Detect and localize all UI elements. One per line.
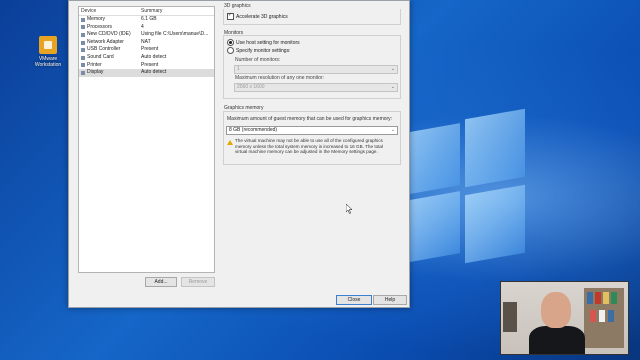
device-summary: Auto detect — [141, 53, 167, 60]
device-summary: 4 — [141, 23, 144, 30]
chevron-down-icon: ⌄ — [390, 84, 395, 90]
device-name: New CD/DVD (IDE) — [87, 31, 131, 38]
webcam-overlay — [500, 281, 629, 355]
graphics-memory-value: 8 GB (recommended) — [229, 127, 278, 133]
num-monitors-value: 1 — [237, 66, 240, 72]
device-summary: Present — [141, 61, 159, 68]
background-bookshelf — [584, 288, 624, 348]
help-button[interactable]: Help — [373, 295, 407, 305]
device-summary: Present — [141, 46, 159, 53]
device-name: USB Controller — [87, 46, 121, 53]
network-icon — [81, 40, 85, 45]
specify-monitors-option[interactable]: Specify monitor settings: — [227, 47, 290, 54]
max-resolution-label: Maximum resolution of any one monitor: — [235, 75, 324, 81]
warning-line: virtual machine memory can be adjusted i… — [235, 149, 378, 155]
accelerate-3d-checkbox[interactable] — [227, 12, 234, 20]
specify-label: Specify monitor settings: — [236, 47, 291, 54]
device-row-printer[interactable]: Printer Present — [79, 62, 214, 70]
cd-dvd-icon — [81, 32, 85, 37]
specify-radio[interactable] — [227, 47, 234, 54]
device-row-usb-controller[interactable]: USB Controller Present — [79, 46, 214, 54]
max-resolution-select[interactable]: 2560 x 1600 ⌄ — [234, 83, 398, 92]
column-summary[interactable]: Summary — [141, 7, 162, 15]
vmware-icon — [39, 36, 57, 54]
presenter-body — [529, 326, 585, 354]
memory-icon — [81, 17, 85, 22]
desktop-icon-label: VMware Workstation — [34, 56, 62, 68]
processor-icon — [81, 25, 85, 30]
num-monitors-label: Number of monitors: — [235, 57, 281, 63]
background-lamp — [503, 302, 517, 332]
usb-icon — [81, 48, 85, 53]
close-button[interactable]: Close — [336, 295, 372, 305]
device-name: Processors — [87, 23, 113, 30]
device-name: Memory — [87, 16, 106, 22]
device-row-memory[interactable]: Memory 6.1 GB — [79, 16, 214, 24]
use-host-label: Use host setting for monitors — [236, 39, 300, 46]
chevron-down-icon: ⌄ — [390, 66, 395, 72]
num-monitors-select[interactable]: 1 ⌄ — [234, 65, 398, 74]
vm-settings-dialog: Device Summary Memory 6.1 GB Processors … — [68, 0, 410, 308]
sound-icon — [81, 55, 85, 60]
device-row-cd-dvd[interactable]: New CD/DVD (IDE) Using file C:\Users\man… — [79, 31, 214, 39]
device-name: Printer — [87, 61, 102, 68]
add-device-button[interactable]: Add... — [145, 277, 177, 287]
remove-device-button[interactable]: Remove — [181, 277, 215, 287]
max-resolution-value: 2560 x 1600 — [237, 84, 265, 90]
device-row-sound-card[interactable]: Sound Card Auto detect — [79, 54, 214, 62]
device-summary: NAT — [141, 38, 151, 45]
graphics-memory-warning: The virtual machine may not be able to u… — [235, 138, 383, 155]
device-summary: 6.1 GB — [141, 16, 157, 22]
device-list: Device Summary Memory 6.1 GB Processors … — [78, 6, 215, 273]
column-device[interactable]: Device — [79, 7, 141, 15]
graphics-memory-description: Maximum amount of guest memory that can … — [227, 116, 393, 122]
chevron-down-icon: ⌄ — [390, 127, 395, 133]
device-row-processors[interactable]: Processors 4 — [79, 24, 214, 32]
display-icon — [81, 70, 85, 75]
use-host-radio[interactable] — [227, 39, 234, 46]
vmware-desktop-shortcut[interactable]: VMware Workstation — [33, 36, 63, 68]
device-row-display[interactable]: Display Auto detect — [79, 69, 214, 77]
device-name: Network Adapter — [87, 38, 124, 45]
device-name: Sound Card — [87, 53, 114, 60]
accelerate-3d-option[interactable]: Accelerate 3D graphics — [227, 12, 288, 20]
windows-logo-light — [405, 108, 525, 270]
device-list-header: Device Summary — [79, 7, 214, 16]
warning-line: The virtual machine may not be able to u… — [235, 138, 383, 143]
warning-icon — [227, 140, 233, 145]
device-name: Display — [87, 69, 104, 76]
device-summary: Using file C:\Users\manue\D... — [141, 31, 209, 38]
graphics-memory-select[interactable]: 8 GB (recommended) ⌄ — [226, 126, 398, 135]
device-summary: Auto detect — [141, 69, 167, 76]
presenter-head — [541, 292, 571, 328]
accelerate-3d-label: Accelerate 3D graphics — [236, 13, 288, 20]
mouse-cursor-icon — [346, 204, 352, 214]
use-host-monitors-option[interactable]: Use host setting for monitors — [227, 39, 300, 46]
device-row-network-adapter[interactable]: Network Adapter NAT — [79, 39, 214, 47]
printer-icon — [81, 63, 85, 68]
